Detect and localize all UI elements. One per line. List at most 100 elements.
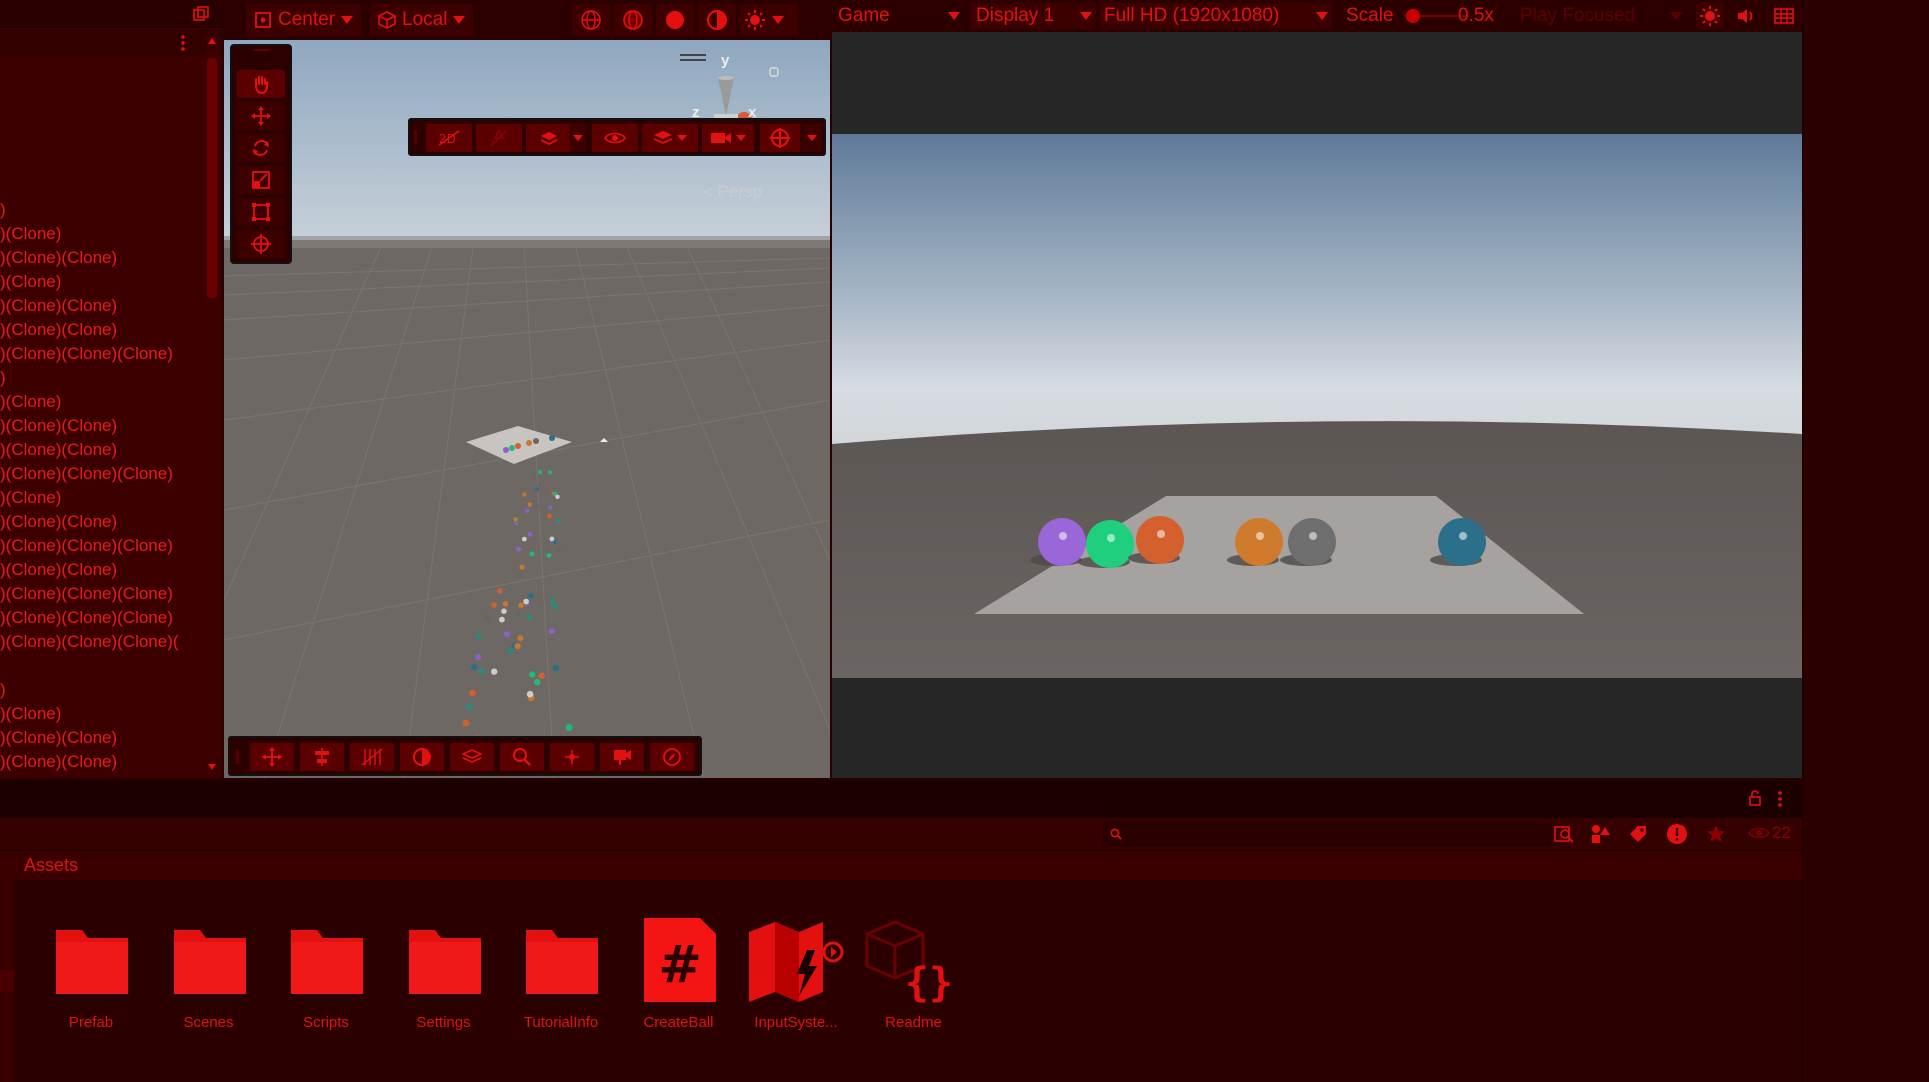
layer-tool-button[interactable] [450,743,494,771]
sphere-purple[interactable] [1038,518,1086,566]
hierarchy-item[interactable]: )(Clone) [0,486,205,510]
display-dropdown[interactable]: Display 1 [970,3,1096,29]
hierarchy-item[interactable]: ) [0,678,205,702]
camera-mode-label[interactable]: < Persp [704,182,762,202]
hierarchy-item[interactable]: )(Clone)(Clone) [0,726,205,750]
resolution-dropdown[interactable]: Full HD (1920x1080) [1100,3,1332,29]
hierarchy-item[interactable]: )(Clone)(Clone) [0,750,205,774]
sphere-orange[interactable] [1136,516,1184,564]
rect-tool-button[interactable] [237,198,285,226]
effects-dropdown[interactable] [740,4,798,36]
asset-tile[interactable]: {} Readme [859,902,969,1031]
slider-thumb[interactable] [1406,9,1420,23]
move-snap-button[interactable] [250,743,294,771]
sphere-highlight [1157,530,1165,538]
hierarchy-item[interactable]: )(Clone)(Clone) [0,558,205,582]
breadcrumb-assets[interactable]: Assets [24,855,78,876]
hierarchy-item[interactable]: )(Clone)(Clone) [0,414,205,438]
asset-tile[interactable]: Scenes [154,902,264,1031]
frame-debugger-button[interactable] [1696,3,1724,29]
align-button[interactable] [300,743,344,771]
hierarchy-item[interactable]: )(Clone)(Clone) [0,294,205,318]
grid-snap-button[interactable] [350,743,394,771]
hierarchy-item[interactable]: )(Clone)(Clone)(Clone) [0,534,205,558]
effects-dropdown-arrow[interactable] [570,124,586,152]
play-mode-dropdown[interactable]: Play Focused [1520,3,1688,29]
shaded-mode-button[interactable] [572,4,610,36]
space-dropdown[interactable]: Local [370,4,474,36]
hierarchy-item[interactable] [0,654,205,678]
sphere-green[interactable] [1086,520,1134,568]
effects-layers-button[interactable] [526,124,572,152]
view-dropdown[interactable]: Game [838,3,962,29]
asset-tile[interactable]: TutorialInfo [506,902,616,1031]
hierarchy-item[interactable]: )(Clone)(Clone) [0,510,205,534]
shaded-wireframe-button[interactable] [614,4,652,36]
sphere-amber[interactable] [1235,518,1283,566]
move-tool-button[interactable] [237,102,285,130]
asset-tile[interactable]: Settings [389,902,499,1031]
search-tool-button[interactable] [500,743,544,771]
stats-button[interactable] [1770,3,1798,29]
mute-audio-button[interactable] [1732,3,1760,29]
more-options-icon[interactable] [180,34,186,52]
scroll-down-icon[interactable] [208,764,216,770]
scene-view[interactable]: y z x < Persp 2D [224,40,830,778]
scale-value: 0.5x [1458,5,1494,26]
toggle-2d-button[interactable]: 2D [426,124,472,152]
gizmos-button[interactable] [760,124,800,152]
asset-tile[interactable]: Scripts [271,902,381,1031]
asset-tile[interactable]: Prefab [36,902,146,1031]
folder-icon [407,916,483,1004]
filter-by-label-icon[interactable] [1628,824,1648,844]
scrollbar-thumb[interactable] [207,58,217,298]
hierarchy-item[interactable]: )(Clone)(Clone) [0,318,205,342]
sphere-gray[interactable] [1288,518,1336,566]
game-view[interactable] [832,32,1802,778]
lock-icon[interactable] [1748,790,1762,806]
hierarchy-item[interactable]: )(Clone)(Clone)(Clone) [0,462,205,486]
asset-tile[interactable]: InputSyste... [741,902,851,1031]
hierarchy-item[interactable]: )(Clone)(Clone) [0,438,205,462]
hierarchy-item[interactable]: )(Clone) [0,702,205,726]
hierarchy-item[interactable]: )(Clone)(Clone)(Clone)( [0,630,205,654]
maximize-icon[interactable] [192,5,210,23]
hierarchy-item[interactable]: )(Clone)(Clone)(Clone) [0,342,205,366]
toggle-lighting-button[interactable] [476,124,522,152]
hierarchy-item[interactable]: ) [0,366,205,390]
hierarchy-item[interactable]: )(Clone) [0,222,205,246]
camera-dropdown[interactable] [702,124,754,152]
visibility-toggle-button[interactable] [592,124,638,152]
lighting-button[interactable] [698,4,736,36]
filter-by-type-icon[interactable] [1589,823,1611,845]
hierarchy-item[interactable]: )(Clone) [0,270,205,294]
hierarchy-scrollbar[interactable] [205,36,219,776]
layers-dropdown[interactable] [642,124,698,152]
navigation-button[interactable] [650,743,694,771]
camera-preview-button[interactable] [600,743,644,771]
hierarchy-item[interactable]: )(Clone)(Clone) [0,246,205,270]
pivot-dropdown[interactable]: Center [246,4,362,36]
hierarchy-item[interactable]: ) [0,198,205,222]
shaded-button[interactable] [656,4,694,36]
hierarchy-item[interactable]: )(Clone)(Clone)(Clone) [0,582,205,606]
save-search-icon[interactable] [1553,823,1575,845]
transform-tool-button[interactable] [237,230,285,258]
hierarchy-item[interactable]: )(Clone)(Clone)(Clone) [0,606,205,630]
project-search-input[interactable] [1103,822,1551,846]
hierarchy-item[interactable]: )(Clone) [0,390,205,414]
hand-tool-button[interactable] [237,70,285,98]
gizmos-dropdown-arrow[interactable] [802,124,822,152]
hidden-packages-icon[interactable] [1748,826,1770,840]
rotate-tool-button[interactable] [237,134,285,162]
sphere-tool-button[interactable] [400,743,444,771]
asset-tile[interactable]: # CreateBall [624,902,734,1031]
favorite-star-icon[interactable] [1706,824,1726,844]
game-render[interactable] [832,134,1802,678]
error-filter-icon[interactable] [1666,823,1688,845]
scale-tool-button[interactable] [237,166,285,194]
pan-tool-button[interactable] [550,743,594,771]
sphere-teal[interactable] [1438,518,1486,566]
scroll-up-icon[interactable] [208,38,216,44]
more-options-icon[interactable] [1777,790,1783,808]
